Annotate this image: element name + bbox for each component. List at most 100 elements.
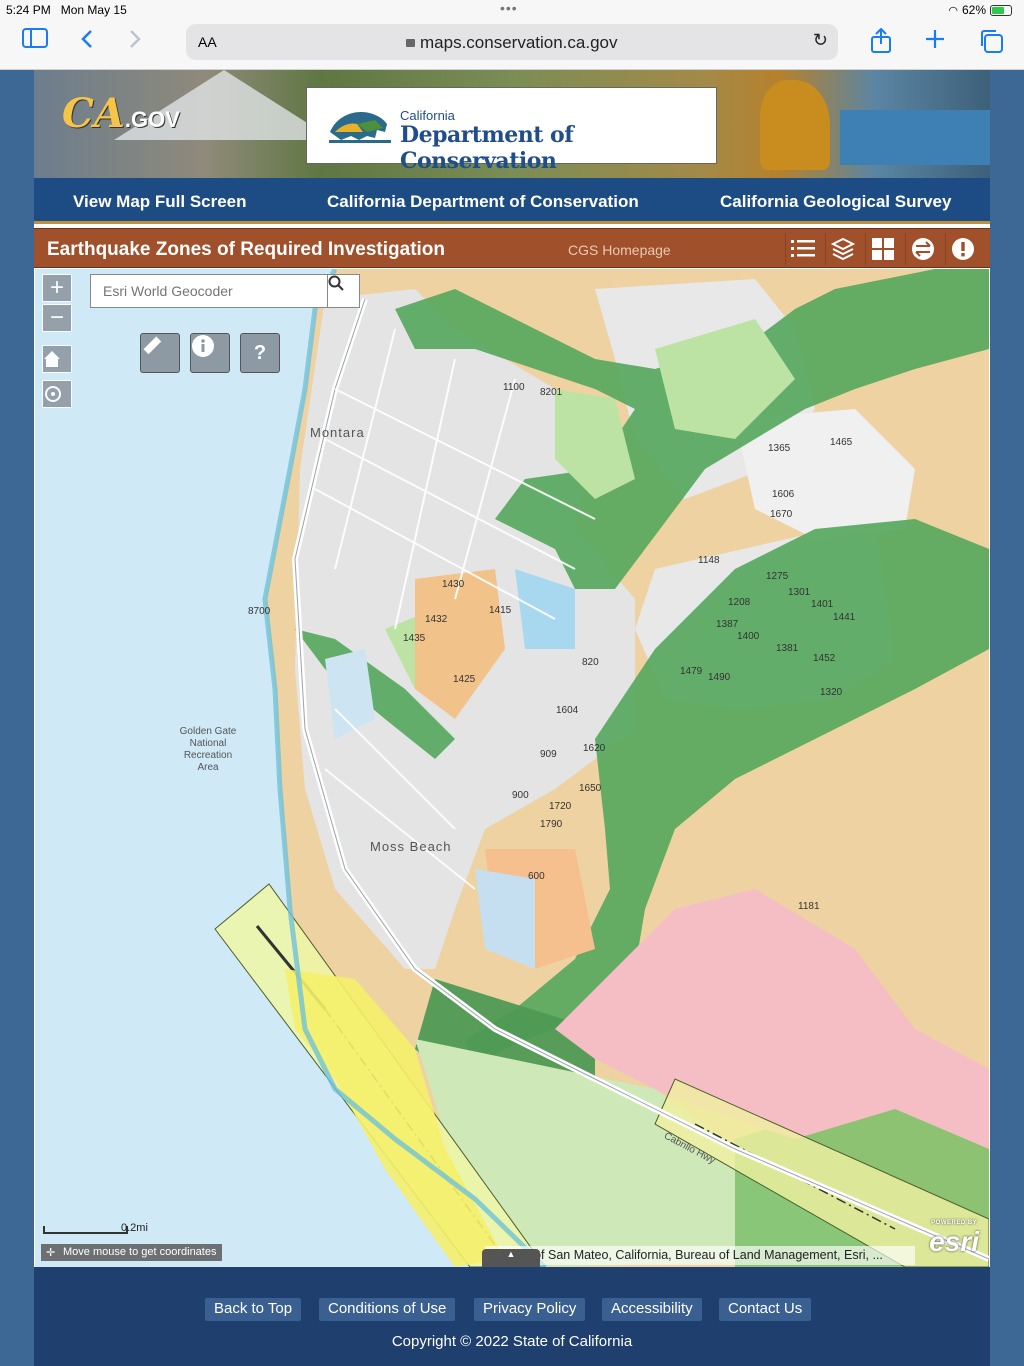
lot-number: 1441	[833, 612, 856, 623]
lot-number: 1320	[820, 687, 843, 698]
home-extent-button[interactable]	[42, 345, 72, 373]
bear-logo-icon	[329, 112, 391, 143]
crosshair-icon: ✛	[46, 1247, 56, 1259]
back-icon[interactable]	[80, 28, 94, 56]
attribution-toggle-icon[interactable]: ▲	[482, 1249, 540, 1267]
map-attribution[interactable]: County of San Mateo, California, Bureau …	[485, 1246, 915, 1265]
lot-number: 1425	[453, 674, 476, 685]
lot-number: 1670	[770, 509, 793, 520]
info-icon	[192, 335, 214, 357]
lot-number: 1490	[708, 672, 731, 683]
lot-number: 1381	[776, 643, 799, 654]
lot-number: 1181	[798, 901, 820, 912]
lock-icon	[406, 39, 415, 47]
lot-number: 8201	[540, 387, 563, 398]
lot-number: 1720	[549, 801, 572, 812]
map-title: Earthquake Zones of Required Investigati…	[47, 239, 446, 260]
footer-conditions-of-use[interactable]: Conditions of Use	[319, 1298, 456, 1321]
wifi-icon: ◠	[948, 4, 958, 17]
lot-number: 1387	[716, 619, 739, 630]
nav-geological-survey[interactable]: California Geological Survey	[720, 192, 951, 212]
lot-number: 1790	[540, 819, 563, 830]
geocoder-input[interactable]	[91, 275, 331, 307]
lot-number: 900	[512, 790, 529, 801]
nav-full-screen[interactable]: View Map Full Screen	[73, 192, 247, 212]
lot-number: 1432	[425, 614, 448, 625]
alert-icon[interactable]	[945, 233, 979, 265]
basemap-gallery-icon[interactable]	[865, 233, 899, 265]
footer-copyright: Copyright © 2022 State of California	[391, 1333, 633, 1350]
nav-department[interactable]: California Department of Conservation	[327, 192, 639, 212]
lot-number: 1365	[768, 443, 791, 454]
status-time: 5:24 PM Mon May 15	[6, 3, 127, 17]
lot-number: 1606	[772, 489, 795, 500]
label-moss-beach: Moss Beach	[370, 839, 452, 854]
lot-number: 1479	[680, 666, 703, 677]
zoom-out-button[interactable]: −	[42, 304, 72, 332]
home-icon	[44, 351, 60, 367]
scale-bar	[43, 1226, 128, 1234]
footer-back-to-top[interactable]: Back to Top	[205, 1298, 302, 1321]
banner-cliff-image	[760, 80, 830, 170]
lot-number: 8700	[248, 606, 271, 617]
lot-number: 1148	[698, 555, 720, 566]
lot-number: 1650	[579, 783, 602, 794]
text-size-button[interactable]: AA	[198, 34, 217, 50]
locate-icon	[45, 386, 61, 402]
scale-label: 0.2mi	[121, 1222, 148, 1234]
reload-icon[interactable]: ↻	[813, 30, 828, 51]
identify-tool-button[interactable]	[190, 333, 230, 373]
coordinates-widget[interactable]: ✛ Move mouse to get coordinates	[41, 1244, 223, 1261]
map-view[interactable]: + − ? Montara Moss Beach Golden Gate Nat…	[35, 269, 989, 1267]
measure-tool-button[interactable]	[140, 333, 180, 373]
esri-logo: POWERED BY esri	[929, 1220, 979, 1257]
tabs-overview-icon[interactable]	[978, 28, 1004, 60]
footer-contact-us[interactable]: Contact Us	[719, 1298, 812, 1321]
legend-list-icon[interactable]	[785, 233, 819, 265]
swipe-compare-icon[interactable]	[905, 233, 939, 265]
status-right: ◠ 62%	[948, 3, 1012, 17]
label-golden-gate: Golden Gate National Recreation Area	[179, 726, 237, 773]
zoom-in-button[interactable]: +	[42, 274, 72, 302]
web-page: CA.GOV California Department of Conserva…	[34, 70, 990, 1366]
lot-number: 1430	[442, 579, 465, 590]
address-bar[interactable]: AA maps.conservation.ca.gov ↻	[186, 24, 838, 60]
layers-icon[interactable]	[825, 233, 859, 265]
search-icon[interactable]	[327, 275, 359, 307]
ruler-icon	[143, 336, 162, 355]
map-header: Earthquake Zones of Required Investigati…	[34, 228, 990, 268]
url-text[interactable]: maps.conservation.ca.gov	[406, 33, 618, 53]
locate-button[interactable]	[42, 380, 72, 408]
help-tool-button[interactable]: ?	[240, 333, 280, 373]
footer-privacy-policy[interactable]: Privacy Policy	[474, 1298, 586, 1321]
site-banner: CA.GOV California Department of Conserva…	[34, 70, 990, 178]
lot-number: 1208	[728, 597, 751, 608]
department-logo[interactable]: California Department of Conservation	[306, 87, 717, 174]
lot-number: 909	[540, 749, 557, 760]
lot-number: 1452	[813, 653, 836, 664]
lot-number: 1401	[811, 599, 834, 610]
top-navigation: View Map Full Screen California Departme…	[34, 178, 990, 224]
lot-number: 820	[582, 657, 599, 668]
lot-number: 1415	[489, 605, 512, 616]
site-footer: Back to Top Conditions of Use Privacy Po…	[34, 1267, 990, 1366]
lot-number: 1275	[766, 571, 789, 582]
ca-gov-logo[interactable]: CA.GOV	[62, 90, 180, 137]
lot-number: 1435	[403, 633, 426, 644]
share-icon[interactable]	[870, 27, 892, 60]
new-tab-icon[interactable]	[924, 28, 946, 56]
battery-icon	[990, 4, 1012, 16]
department-state: California	[400, 108, 455, 123]
sidebar-icon[interactable]	[22, 28, 48, 54]
banner-ocean-image	[840, 110, 990, 165]
lot-number: 1400	[737, 631, 760, 642]
browser-toolbar: AA maps.conservation.ca.gov ↻	[0, 20, 1024, 70]
cgs-homepage-link[interactable]: CGS Homepage	[568, 242, 671, 258]
label-montara: Montara	[310, 425, 365, 440]
forward-icon[interactable]	[128, 28, 142, 56]
multitasking-dots-icon[interactable]: •••	[500, 0, 518, 16]
footer-accessibility[interactable]: Accessibility	[602, 1298, 702, 1321]
lot-number: 1620	[583, 743, 606, 754]
lot-number: 1301	[788, 587, 811, 598]
status-bar: 5:24 PM Mon May 15 ••• ◠ 62%	[0, 0, 1024, 20]
